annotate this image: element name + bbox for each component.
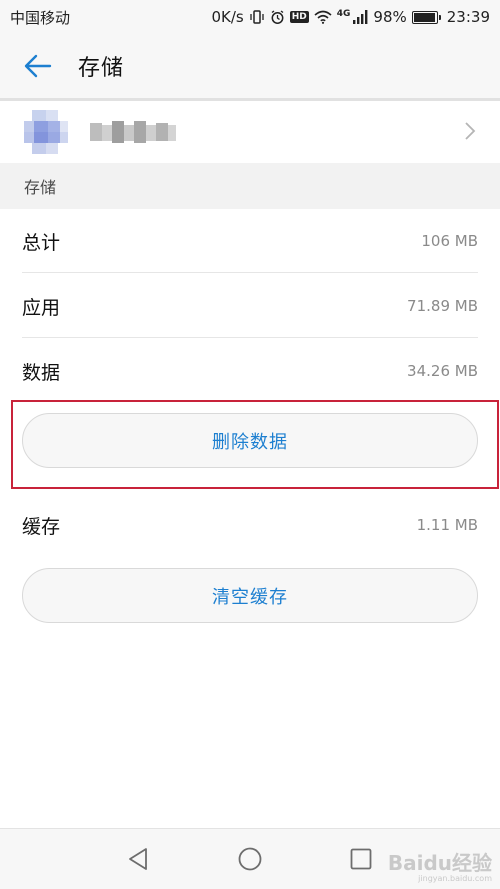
- list-item-apps: 应用 71.89 MB: [22, 274, 478, 338]
- battery-percent: 98%: [373, 8, 407, 26]
- list-item-cache: 缓存 1.11 MB: [22, 493, 478, 557]
- clock: 23:39: [446, 8, 490, 26]
- nav-back-button[interactable]: [126, 846, 152, 876]
- chevron-right-icon: [465, 122, 476, 140]
- apps-label: 应用: [22, 296, 61, 319]
- row-divider: [22, 337, 478, 338]
- circle-home-icon: [238, 847, 262, 871]
- row-divider: [22, 272, 478, 273]
- section-header: 存储: [0, 163, 500, 209]
- back-button[interactable]: [8, 34, 68, 98]
- square-recents-icon: [350, 848, 372, 870]
- signal-icon: [352, 10, 368, 24]
- app-name-redacted: [90, 121, 176, 143]
- data-label: 数据: [22, 361, 61, 384]
- total-label: 总计: [22, 231, 61, 254]
- watermark: Baidu经验: [387, 851, 492, 875]
- wifi-icon: [314, 10, 332, 24]
- battery-icon: [411, 10, 441, 24]
- status-bar: 中国移动 0K/s HD 4G 98% 23:39: [0, 0, 500, 34]
- carrier-label: 中国移动: [10, 8, 71, 27]
- list-item-data: 数据 34.26 MB: [22, 339, 478, 403]
- nav-recents-button[interactable]: [348, 846, 374, 876]
- navigation-bar: Baidu经验 jingyan.baidu.com: [0, 828, 500, 889]
- alarm-icon: [270, 9, 285, 25]
- net-speed: 0K/s: [211, 8, 244, 26]
- network-type: 4G: [336, 8, 351, 19]
- triangle-back-icon: [129, 848, 147, 870]
- arrow-left-icon: [24, 54, 52, 78]
- vibrate-icon: [249, 10, 265, 24]
- data-value: 34.26 MB: [407, 362, 478, 380]
- nav-home-button[interactable]: [237, 846, 263, 876]
- cache-value: 1.11 MB: [416, 516, 478, 534]
- total-value: 106 MB: [421, 232, 478, 250]
- clear-cache-button[interactable]: 清空缓存: [22, 568, 478, 623]
- hd-icon: HD: [289, 11, 309, 23]
- cache-label: 缓存: [22, 515, 61, 538]
- list-item-total: 总计 106 MB: [22, 209, 478, 273]
- apps-value: 71.89 MB: [407, 297, 478, 315]
- app-bar: 存储: [0, 34, 500, 98]
- app-info-row[interactable]: [0, 101, 500, 163]
- watermark-url: jingyan.baidu.com: [418, 874, 492, 883]
- highlight-annotation: [11, 400, 499, 489]
- app-icon: [24, 110, 68, 154]
- page-title: 存储: [78, 56, 125, 81]
